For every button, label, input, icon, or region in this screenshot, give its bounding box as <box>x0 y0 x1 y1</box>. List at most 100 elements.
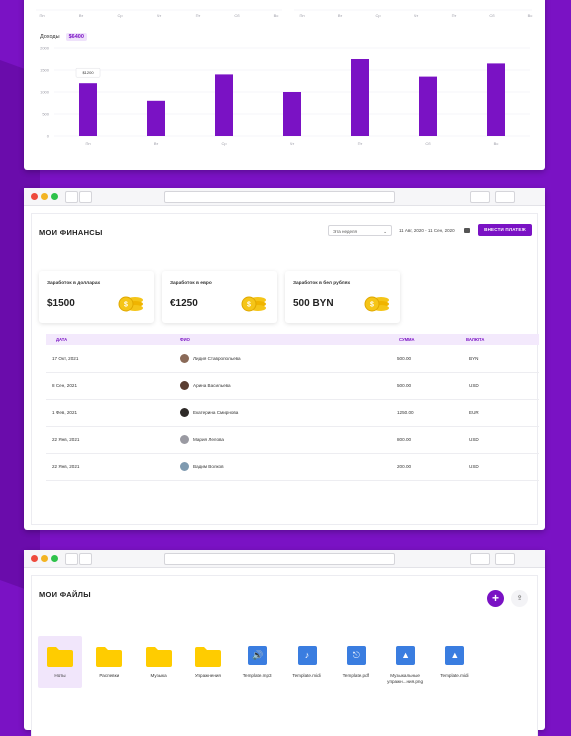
upper-right-tick-label: Пн <box>299 13 304 18</box>
window-action-button-2[interactable] <box>495 553 515 565</box>
row-name: Лидия Ставропольева <box>193 356 241 361</box>
files-title: МОИ ФАЙЛЫ <box>39 590 91 599</box>
upper-left-tick-label: Вс <box>274 13 279 18</box>
file-label: Распевки <box>99 673 120 678</box>
close-dot[interactable] <box>31 555 38 562</box>
file-item[interactable]: Музыка <box>137 636 181 688</box>
row-name: Вадим Волков <box>193 464 224 469</box>
upper-right-tick-label: Пт <box>452 13 457 18</box>
column-name[interactable]: ФИО <box>180 334 190 345</box>
row-sum: 1250.00 <box>397 410 414 415</box>
row-date: 8 Сен, 2021 <box>52 383 78 388</box>
back-button[interactable] <box>65 191 78 203</box>
minimize-dot[interactable] <box>41 193 48 200</box>
income-chart-area: Пн Вт Ср Чт Пт Сб Вс Пн Вт Ср Чт Пт Сб Вс Доходы $640… <box>32 0 537 156</box>
period-select-value: Эта неделя <box>333 229 357 234</box>
maximize-dot[interactable] <box>51 555 58 562</box>
y-tick-label: 1500 <box>40 68 50 73</box>
add-payment-button[interactable]: ВНЕСТИ ПЛАТЕЖ <box>478 224 532 236</box>
file-item[interactable]: ⎋ Template.pdf <box>334 636 378 688</box>
finances-window: МОИ ФИНАНСЫ Эта неделя ⌄ 11 Авг, 2020 - … <box>24 188 545 530</box>
file-item[interactable]: Упражнения <box>186 636 230 688</box>
y-tick-label: 1000 <box>40 90 50 95</box>
file-label: Упражнения <box>194 673 221 678</box>
window-action-button-1[interactable] <box>470 553 490 565</box>
pdf-icon: ⎋ <box>346 646 366 665</box>
bar-Вс[interactable] <box>487 63 505 136</box>
upper-right-tick-label: Чт <box>414 13 419 18</box>
bar-Пн[interactable] <box>79 83 97 136</box>
upper-right-tick-label: Вс <box>528 13 533 18</box>
close-dot[interactable] <box>31 193 38 200</box>
upper-left-tick-label: Сб <box>234 13 240 18</box>
window-action-button-1[interactable] <box>470 191 490 203</box>
calendar-icon[interactable] <box>464 228 470 233</box>
finances-title: МОИ ФИНАНСЫ <box>39 228 103 237</box>
file-label: Template.midi <box>440 673 469 678</box>
forward-button[interactable] <box>79 553 92 565</box>
row-name: Екатерина Смирнова <box>193 410 239 415</box>
upper-left-tick-label: Чт <box>157 13 162 18</box>
avatar <box>180 435 189 444</box>
payments-table-header: ДАТА ФИО СУММА ВАЛЮТА <box>46 334 539 345</box>
image-icon: ▲ <box>445 646 465 665</box>
row-sum: 200.00 <box>397 464 412 469</box>
upper-mini-charts: Пн Вт Ср Чт Пт Сб Вс Пн Вт Ср Чт Пт Сб Вс <box>36 9 533 18</box>
date-range[interactable]: 11 Авг, 2020 - 11 Сен, 2020 <box>399 225 455 236</box>
bar-Ср[interactable] <box>215 74 233 136</box>
address-bar[interactable] <box>164 191 395 203</box>
table-row[interactable]: 1 Фев, 2021 Екатерина Смирнова 1250.00 EUR <box>46 399 539 427</box>
window-action-button-2[interactable] <box>495 191 515 203</box>
table-row[interactable]: 8 Сен, 2021 Арина Васильева 500.00 USD <box>46 372 539 400</box>
window-titlebar <box>24 550 545 568</box>
avatar <box>180 354 189 363</box>
earnings-card-value: 500 BYN <box>293 298 334 309</box>
table-row[interactable]: 22 Янв, 2021 Мария Лелова 800.00 USD <box>46 426 539 454</box>
folder-icon <box>47 647 73 667</box>
file-item[interactable]: ♪ Template.midi <box>285 636 329 688</box>
file-item[interactable]: Ноты <box>38 636 82 688</box>
x-tick-label: Вс <box>494 141 499 146</box>
upper-right-tick-label: Вт <box>338 13 343 18</box>
file-label: Ноты <box>54 673 66 678</box>
upload-icon: ⇪ <box>516 595 523 602</box>
avatar <box>180 381 189 390</box>
upper-left-tick-label: Пт <box>196 13 201 18</box>
column-date[interactable]: ДАТА <box>56 334 67 345</box>
file-item[interactable]: 🔊 Template.mp3 <box>235 636 279 688</box>
table-row[interactable]: 17 Окт, 2021 Лидия Ставропольева 500.00 BYN <box>46 345 539 373</box>
file-item[interactable]: ▲ Музыкальные упражн...ния.png <box>383 636 427 688</box>
address-bar[interactable] <box>164 553 395 565</box>
bar-Вт[interactable] <box>147 100 165 136</box>
bar-Чт[interactable] <box>283 92 301 136</box>
earnings-card-label: Заработок в евро <box>170 281 212 286</box>
table-row[interactable]: 22 Янв, 2021 Вадим Волков 200.00 USD <box>46 453 539 481</box>
file-item[interactable]: ▲ Template.midi <box>432 636 476 688</box>
column-sum[interactable]: СУММА <box>399 334 415 345</box>
file-item[interactable]: Распевки <box>87 636 131 688</box>
bar-Сб[interactable] <box>419 76 437 136</box>
back-button[interactable] <box>65 553 78 565</box>
earnings-card: Заработок в долларах $1500 $ <box>39 271 154 323</box>
earnings-card-value: $1500 <box>47 298 75 309</box>
bar-Пт[interactable] <box>351 59 369 136</box>
coins-icon: $ <box>364 296 389 312</box>
upload-button[interactable]: ⇪ <box>511 590 528 607</box>
x-tick-label: Чт <box>290 141 295 146</box>
add-file-button[interactable]: + <box>487 590 504 607</box>
minimize-dot[interactable] <box>41 555 48 562</box>
folder-icon <box>96 647 123 667</box>
coins-icon: $ <box>118 296 143 312</box>
column-currency[interactable]: ВАЛЮТА <box>466 334 484 345</box>
x-tick-label: Вт <box>154 141 159 146</box>
window-titlebar <box>24 188 545 206</box>
file-label: Template.pdf <box>342 673 369 678</box>
speaker-icon: 🔊 <box>248 646 268 665</box>
row-currency: BYN <box>469 356 479 361</box>
period-select[interactable]: Эта неделя ⌄ <box>328 225 392 236</box>
earnings-card-label: Заработок в долларах <box>47 281 101 286</box>
maximize-dot[interactable] <box>51 193 58 200</box>
upper-left-tick-label: Ср <box>117 13 123 18</box>
files-content: МОИ ФАЙЛЫ + ⇪ Ноты Распевки Музыка Упражнен… <box>32 576 537 736</box>
forward-button[interactable] <box>79 191 92 203</box>
